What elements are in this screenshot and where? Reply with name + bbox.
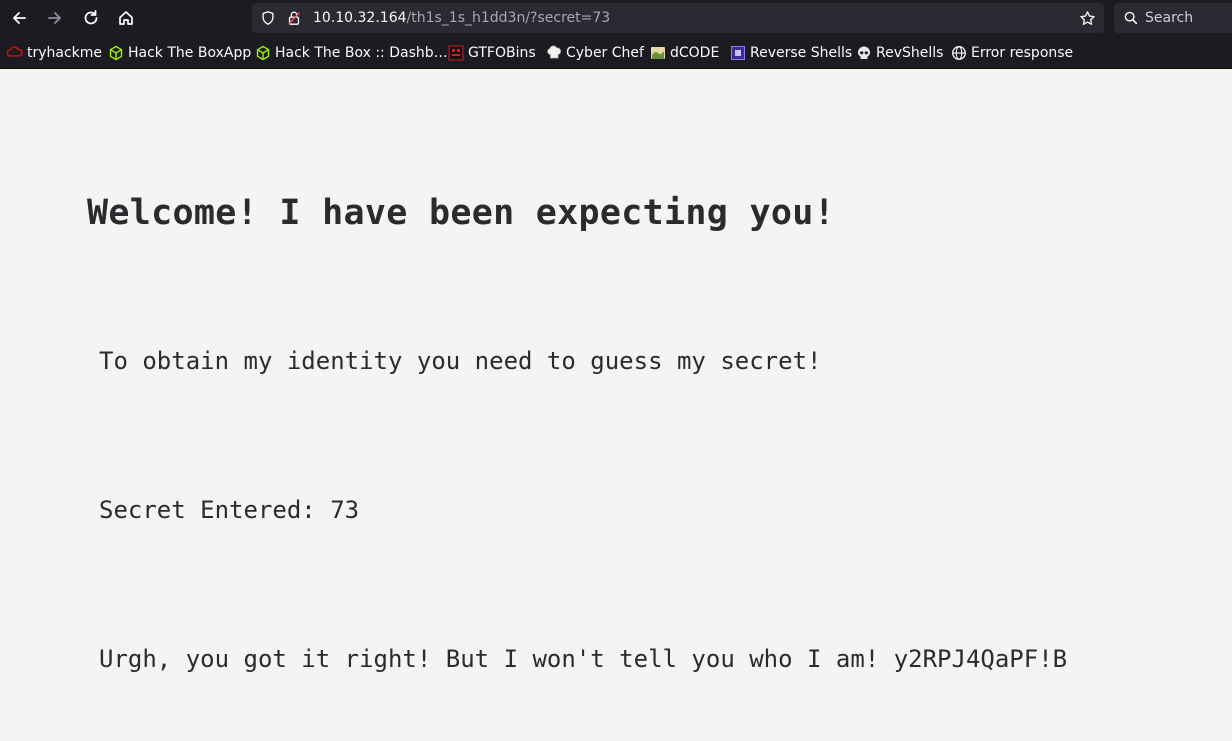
bookmark-tryhackme[interactable]: tryhackme xyxy=(7,43,102,63)
arrow-right-icon xyxy=(48,12,61,24)
arrow-left-icon xyxy=(13,12,26,24)
url-text[interactable]: 10.10.32.164/th1s_1s_h1dd3n/?secret=73 xyxy=(313,9,610,27)
bookmark-label: Hack The Box :: Dashb… xyxy=(275,45,448,61)
bookmark-hackthebox-app[interactable]: Hack The BoxApp xyxy=(108,43,251,63)
bookmarks-toolbar: tryhackme Hack The BoxApp Hack The Box :… xyxy=(0,36,1232,69)
bookmark-reverse-shells[interactable]: Reverse Shells xyxy=(730,43,852,63)
home-button[interactable] xyxy=(112,4,140,32)
bookmark-gtfobins[interactable]: GTFOBins xyxy=(448,43,536,63)
bookmark-label: dCODE xyxy=(670,45,720,61)
url-path: /th1s_1s_h1dd3n/?secret=73 xyxy=(406,10,611,26)
globe-icon xyxy=(951,45,967,61)
browser-toolbar: 10.10.32.164/th1s_1s_h1dd3n/?secret=73 S… xyxy=(0,0,1232,36)
home-icon xyxy=(119,11,133,25)
bookmark-label: Reverse Shells xyxy=(750,45,853,61)
bookmark-label: Error response xyxy=(971,45,1074,61)
bookmark-cyberchef[interactable]: Cyber Chef xyxy=(546,43,644,63)
bookmark-label: RevShells xyxy=(876,45,944,61)
page-content: Welcome! I have been expecting you! To o… xyxy=(0,69,1232,741)
bookmark-revshells[interactable]: RevShells xyxy=(856,43,943,63)
page-heading: Welcome! I have been expecting you! xyxy=(87,193,836,233)
gtfobins-icon xyxy=(448,45,464,61)
insecure-lock-icon[interactable] xyxy=(285,9,303,27)
bookmark-label: tryhackme xyxy=(27,45,103,61)
result-text: Urgh, you got it right! But I won't tell… xyxy=(99,645,1068,673)
bookmark-label: Hack The BoxApp xyxy=(128,45,252,61)
secret-entered-text: Secret Entered: 73 xyxy=(99,496,360,524)
bookmark-error-response[interactable]: Error response xyxy=(951,43,1073,63)
bookmark-dcode[interactable]: dCODE xyxy=(650,43,719,63)
shield-icon[interactable] xyxy=(259,9,277,27)
reload-icon xyxy=(84,10,98,25)
search-placeholder: Search xyxy=(1145,10,1194,26)
forward-button[interactable] xyxy=(41,4,69,32)
hackthebox-icon xyxy=(108,45,124,61)
url-host: 10.10.32.164 xyxy=(313,10,407,26)
chef-hat-icon xyxy=(546,45,562,61)
skull-icon xyxy=(856,45,872,61)
search-icon xyxy=(1122,9,1140,27)
dcode-icon xyxy=(650,45,666,61)
hackthebox-icon xyxy=(255,45,271,61)
reload-button[interactable] xyxy=(77,4,105,32)
tryhackme-icon xyxy=(7,45,23,61)
back-button[interactable] xyxy=(5,4,33,32)
url-bar[interactable]: 10.10.32.164/th1s_1s_h1dd3n/?secret=73 xyxy=(252,3,1104,33)
reverse-shells-icon xyxy=(730,45,746,61)
intro-text: To obtain my identity you need to guess … xyxy=(99,347,822,375)
bookmark-label: Cyber Chef xyxy=(566,45,644,61)
bookmark-hackthebox-dashboard[interactable]: Hack The Box :: Dashb… xyxy=(255,43,448,63)
bookmark-star-icon[interactable] xyxy=(1078,9,1096,27)
search-bar[interactable]: Search xyxy=(1114,3,1232,33)
bookmark-label: GTFOBins xyxy=(468,45,536,61)
